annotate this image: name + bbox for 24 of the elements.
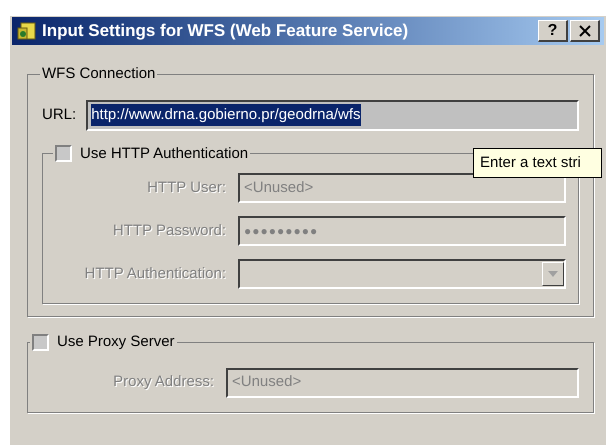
field-label: HTTP Authentication:	[84, 264, 226, 284]
field-label: Proxy Address:	[112, 372, 214, 392]
window-icon	[16, 20, 38, 42]
caret-icon	[548, 271, 558, 277]
checkbox[interactable]	[32, 334, 49, 351]
field-label: HTTP Password:	[112, 220, 226, 241]
close-button[interactable]	[570, 20, 600, 42]
field-value: <Unused>	[232, 372, 302, 392]
group-title: WFS Connection	[41, 64, 156, 84]
field-value: <Unused>	[244, 178, 314, 198]
checkbox-label: Use HTTP Authentication	[80, 144, 248, 164]
dropdown-button[interactable]	[542, 262, 564, 286]
tooltip: Enter a text stri	[473, 148, 602, 178]
url-field[interactable]: http://www.drna.gobierno.pr/geodrna/wfs	[86, 100, 579, 130]
window-title: Input Settings for WFS (Web Feature Service)	[42, 20, 408, 42]
help-button[interactable]: ?	[538, 20, 568, 42]
checkbox[interactable]	[55, 145, 72, 162]
masked-value: ●●●●●●●●●	[244, 223, 318, 240]
close-icon	[578, 24, 590, 36]
field-label: HTTP User:	[146, 178, 226, 198]
url-value: http://www.drna.gobierno.pr/geodrna/wfs	[91, 104, 361, 126]
checkbox-label: Use Proxy Server	[57, 332, 175, 352]
dropdown-field[interactable]	[238, 259, 566, 289]
url-label: URL:	[42, 104, 76, 125]
